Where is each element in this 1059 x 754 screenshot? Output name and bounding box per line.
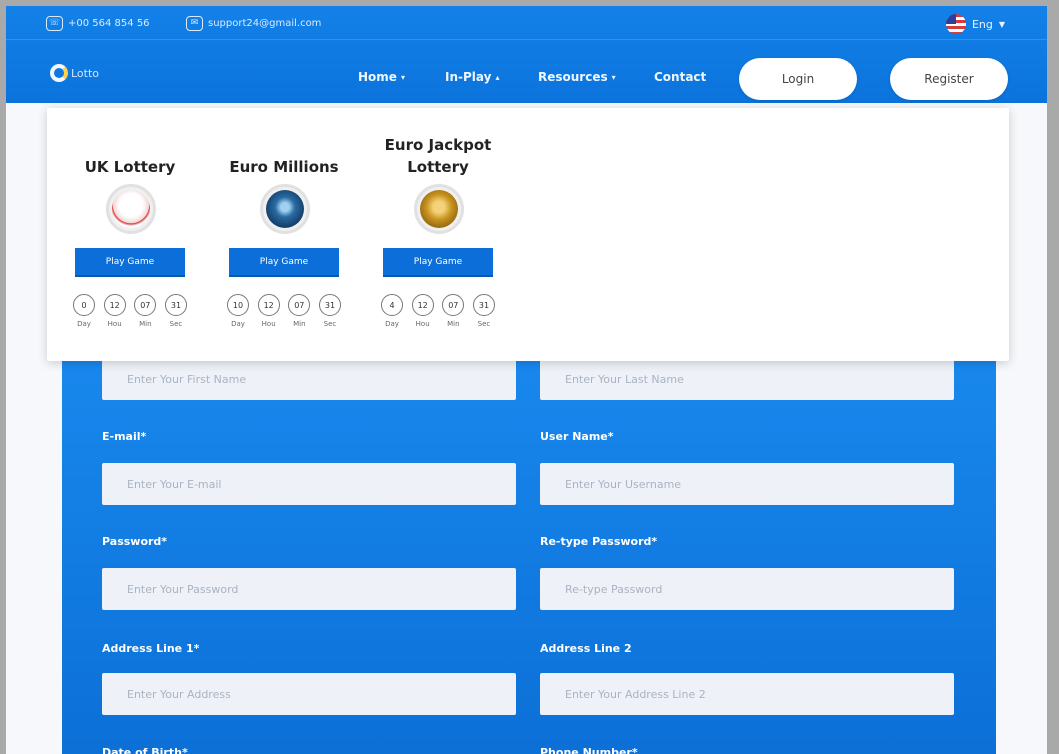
euro-millions-ball-icon [260, 184, 310, 234]
in-play-dropdown: UK Lottery Play Game 0 Day 12 Hou 07 Min 31… [47, 108, 1009, 361]
email-label: E-mail* [102, 430, 147, 443]
username-field[interactable] [540, 463, 954, 505]
last-name-field[interactable] [540, 358, 954, 400]
nav-contact-label: Contact [654, 70, 707, 84]
countdown-days: 0 [73, 294, 95, 316]
headset-icon: ☏ [46, 15, 63, 31]
username-label: User Name* [540, 430, 614, 443]
countdown-timer: 0 Day 12 Hou 07 Min 31 Sec [71, 294, 189, 328]
first-name-field[interactable] [102, 358, 516, 400]
nav-resources[interactable]: Resources ▾ [538, 70, 616, 84]
chevron-down-icon: ▼ [998, 19, 1005, 29]
countdown-hours: 12 [257, 294, 280, 316]
countdown-seconds: 31 [318, 294, 341, 316]
password-field[interactable] [102, 568, 516, 610]
address2-field[interactable] [540, 673, 954, 715]
countdown-unit-label: Sec [169, 320, 183, 328]
retype-password-label: Re-type Password* [540, 535, 658, 548]
nav-contact[interactable]: Contact [654, 70, 706, 84]
countdown-unit-label: Sec [477, 320, 491, 328]
uk-lottery-ball-icon [106, 184, 156, 234]
nav-home-label: Home [358, 70, 397, 84]
card-title: UK Lottery [84, 158, 176, 176]
countdown-hours: 12 [103, 294, 126, 316]
play-game-button[interactable]: Play Game [383, 248, 493, 277]
chevron-down-icon: ▾ [400, 72, 405, 82]
mail-icon: ✉ [186, 15, 203, 31]
phone-number: +00 564 854 56 [68, 17, 150, 29]
countdown-minutes: 07 [442, 294, 465, 316]
main-nav: Lotto Home ▾ In-Play ▴ Resources ▾ Conta… [6, 40, 1047, 103]
chevron-up-icon: ▴ [495, 72, 500, 82]
countdown-unit-label: Day [385, 320, 399, 328]
countdown-unit-label: Hou [261, 320, 276, 328]
lottery-card-uk: UK Lottery Play Game 0 Day 12 Hou 07 Min 31… [59, 108, 201, 361]
address2-label: Address Line 2 [540, 642, 632, 655]
countdown-unit-label: Min [293, 320, 306, 328]
site-logo[interactable]: Lotto [50, 64, 99, 82]
card-title: Euro Millions [229, 158, 339, 176]
countdown-minutes: 07 [288, 294, 311, 316]
lottery-card-euro-millions: Euro Millions Play Game 10 Day 12 Hou 07 Mi… [213, 108, 355, 361]
us-flag-icon [945, 14, 966, 34]
countdown-seconds: 31 [472, 294, 495, 316]
countdown-unit-label: Min [139, 320, 152, 328]
email-address: support24@gmail.com [208, 17, 322, 29]
login-button[interactable]: Login [739, 58, 857, 100]
nav-resources-label: Resources [538, 70, 608, 84]
countdown-unit-label: Day [77, 320, 91, 328]
logo-text: Lotto [71, 66, 100, 80]
address1-field[interactable] [102, 673, 516, 715]
nav-in-play-label: In-Play [445, 70, 492, 84]
language-selector[interactable]: Eng ▼ [945, 14, 1005, 34]
nav-home[interactable]: Home ▾ [358, 70, 405, 84]
countdown-unit-label: Day [231, 320, 245, 328]
retype-password-field[interactable] [540, 568, 954, 610]
play-game-button[interactable]: Play Game [229, 248, 339, 277]
phone-contact[interactable]: ☏ +00 564 854 56 [46, 14, 150, 32]
register-button[interactable]: Register [890, 58, 1008, 100]
countdown-timer: 4 Day 12 Hou 07 Min 31 Sec [379, 294, 497, 328]
card-title: Euro Jackpot Lottery [384, 136, 492, 176]
top-bar: ☏ +00 564 854 56 ✉ support24@gmail.com E… [6, 6, 1047, 40]
email-field[interactable] [102, 463, 516, 505]
countdown-minutes: 07 [134, 294, 157, 316]
dob-label: Date of Birth* [102, 746, 188, 754]
registration-form: E-mail* User Name* Password* Re-type Pas… [62, 306, 996, 754]
countdown-timer: 10 Day 12 Hou 07 Min 31 Sec [225, 294, 343, 328]
countdown-unit-label: Sec [323, 320, 337, 328]
countdown-unit-label: Min [447, 320, 460, 328]
password-label: Password* [102, 535, 168, 548]
countdown-hours: 12 [411, 294, 434, 316]
chevron-down-icon: ▾ [611, 72, 616, 82]
phone-label: Phone Number* [540, 746, 638, 754]
countdown-seconds: 31 [164, 294, 187, 316]
countdown-days: 10 [227, 294, 249, 316]
countdown-unit-label: Hou [415, 320, 430, 328]
lottery-card-euro-jackpot: Euro Jackpot Lottery Play Game 4 Day 12 Ho… [367, 108, 509, 361]
play-game-button[interactable]: Play Game [75, 248, 185, 277]
site-header: ☏ +00 564 854 56 ✉ support24@gmail.com E… [6, 6, 1047, 103]
nav-in-play[interactable]: In-Play ▴ [445, 70, 499, 84]
language-label: Eng [971, 17, 993, 31]
countdown-days: 4 [381, 294, 403, 316]
email-contact[interactable]: ✉ support24@gmail.com [186, 14, 321, 32]
address1-label: Address Line 1* [102, 642, 200, 655]
countdown-unit-label: Hou [107, 320, 122, 328]
logo-icon [50, 64, 68, 82]
page-frame: ☏ +00 564 854 56 ✉ support24@gmail.com E… [6, 6, 1047, 754]
euro-jackpot-ball-icon [414, 184, 464, 234]
